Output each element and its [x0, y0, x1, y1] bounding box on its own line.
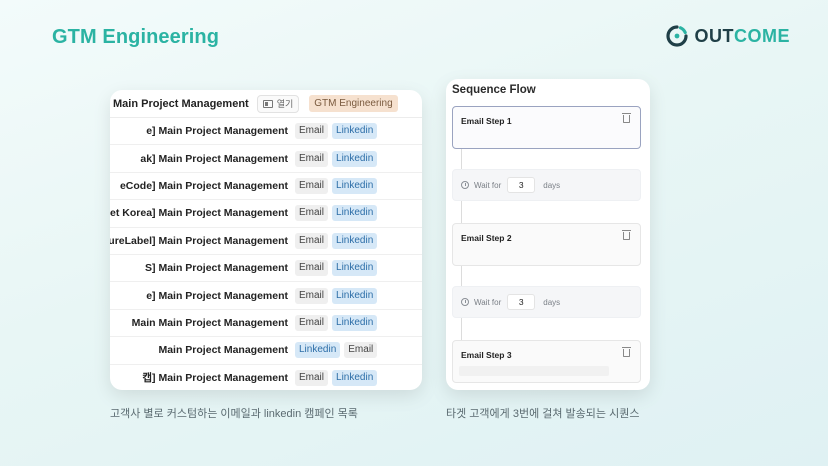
linkedin-tag: Linkedin: [332, 123, 378, 140]
linkedin-tag: Linkedin: [332, 150, 378, 167]
outcome-logo-icon: [665, 25, 688, 47]
row-channel-tags: Linkedin Email: [295, 342, 378, 359]
wait-unit: days: [543, 180, 561, 190]
row-project-name: S] Main Project Management: [145, 262, 288, 275]
flow-connector: [461, 266, 462, 286]
email-tag: Email: [295, 232, 329, 249]
linkedin-tag: Linkedin: [332, 177, 378, 194]
clock-icon: [461, 298, 469, 306]
step-label: Email Step 1: [461, 116, 512, 126]
table-row[interactable]: 캡] Main Project Management Email Linkedin: [110, 365, 422, 390]
table-row[interactable]: e] Main Project Management Email Linkedin: [110, 282, 422, 310]
wait-days-input[interactable]: 3: [507, 177, 536, 193]
row-project-name: ak] Main Project Management: [140, 152, 288, 165]
trash-icon[interactable]: [622, 230, 631, 240]
gtm-tag: GTM Engineering: [309, 95, 398, 112]
table-row[interactable]: Main Main Project Management Email Linkedi…: [110, 310, 422, 338]
sequence-flow-card: Sequence Flow Email Step 1 Wait for 3 da…: [446, 79, 650, 390]
wait-prefix: Wait for: [474, 180, 502, 190]
row-project-name: eCode] Main Project Management: [119, 179, 288, 192]
sequence-caption: 타겟 고객에게 3번에 걸쳐 발송되는 시퀀스: [446, 408, 640, 420]
table-row[interactable]: e] Main Project Management Email Linkedin: [110, 118, 422, 146]
email-tag: Email: [295, 314, 329, 331]
linkedin-tag: Linkedin: [332, 287, 378, 304]
email-step-2[interactable]: Email Step 2: [452, 223, 641, 266]
email-tag: Email: [295, 177, 329, 194]
row-channel-tags: Email Linkedin: [295, 260, 378, 277]
email-tag: Email: [344, 342, 378, 359]
sidebar-panel-icon: [262, 99, 273, 108]
email-tag: Email: [295, 369, 329, 386]
brand-suffix: COME: [734, 25, 790, 46]
flow-connector: [461, 149, 462, 169]
linkedin-tag: Linkedin: [332, 232, 378, 249]
email-tag: Email: [295, 260, 329, 277]
row-project-name: Main Project Management: [158, 344, 288, 357]
row-project-name: et Korea] Main Project Management: [110, 207, 288, 220]
wait-block-2: Wait for 3 days: [452, 286, 641, 318]
row-channel-tags: Email Linkedin: [295, 232, 378, 249]
header-project-name: Main Project Management: [113, 97, 249, 110]
row-channel-tags: Email Linkedin: [295, 123, 378, 140]
table-header-row[interactable]: Main Project Management 열기 GTM Engineeri…: [110, 90, 422, 118]
row-channel-tags: Email Linkedin: [295, 150, 378, 167]
trash-icon[interactable]: [622, 113, 631, 123]
row-channel-tags: Email Linkedin: [295, 314, 378, 331]
open-button-label: 열기: [276, 99, 294, 109]
brand-logo: OUTCOME: [665, 24, 791, 48]
email-tag: Email: [295, 123, 329, 140]
row-project-name: e] Main Project Management: [146, 125, 288, 138]
row-project-name: 캡] Main Project Management: [142, 372, 288, 385]
email-tag: Email: [295, 205, 329, 222]
open-button[interactable]: 열기: [256, 94, 300, 113]
row-channel-tags: Email Linkedin: [295, 369, 378, 386]
wait-days-input[interactable]: 3: [507, 294, 536, 310]
linkedin-tag: Linkedin: [295, 342, 341, 359]
table-row[interactable]: ak] Main Project Management Email Linkedin: [110, 145, 422, 173]
clock-icon: [461, 181, 469, 189]
row-project-name: ureLabel] Main Project Management: [110, 234, 288, 247]
row-channel-tags: Email Linkedin: [295, 177, 378, 194]
email-tag: Email: [295, 150, 329, 167]
linkedin-tag: Linkedin: [332, 260, 378, 277]
email-tag: Email: [295, 287, 329, 304]
row-project-name: Main Main Project Management: [131, 316, 288, 329]
linkedin-tag: Linkedin: [332, 205, 378, 222]
trash-icon[interactable]: [622, 347, 631, 357]
table-row[interactable]: eCode] Main Project Management Email Linke…: [110, 173, 422, 201]
brand-prefix: OUT: [694, 25, 734, 46]
table-rows: e] Main Project Management Email Linkedin a…: [110, 118, 422, 390]
linkedin-tag: Linkedin: [332, 369, 378, 386]
brand-wordmark: OUTCOME: [695, 26, 791, 47]
table-row[interactable]: ureLabel] Main Project Management Email Li…: [110, 228, 422, 255]
table-caption: 고객사 별로 커스텀하는 이메일과 linkedin 캠페인 목록: [110, 408, 358, 420]
step-label: Email Step 3: [461, 350, 512, 360]
table-row[interactable]: et Korea] Main Project Management Email Li…: [110, 200, 422, 228]
email-step-1[interactable]: Email Step 1: [452, 106, 641, 149]
email-step-3[interactable]: Email Step 3: [452, 340, 641, 383]
flow-connector: [461, 318, 462, 340]
row-channel-tags: Email Linkedin: [295, 287, 378, 304]
wait-block-1: Wait for 3 days: [452, 169, 641, 201]
table-row[interactable]: S] Main Project Management Email Linkedin: [110, 255, 422, 283]
flow-connector: [461, 201, 462, 223]
sequence-title: Sequence Flow: [452, 84, 536, 96]
wait-prefix: Wait for: [474, 297, 502, 307]
step-content-placeholder: [459, 366, 609, 376]
linkedin-tag: Linkedin: [332, 314, 378, 331]
step-label: Email Step 2: [461, 233, 512, 243]
wait-unit: days: [543, 297, 561, 307]
page-title: GTM Engineering: [52, 26, 220, 48]
campaign-table-card: Main Project Management 열기 GTM Engineeri…: [110, 90, 422, 390]
table-row[interactable]: Main Project Management Linkedin Email: [110, 337, 422, 365]
row-channel-tags: Email Linkedin: [295, 205, 378, 222]
row-project-name: e] Main Project Management: [146, 289, 288, 302]
